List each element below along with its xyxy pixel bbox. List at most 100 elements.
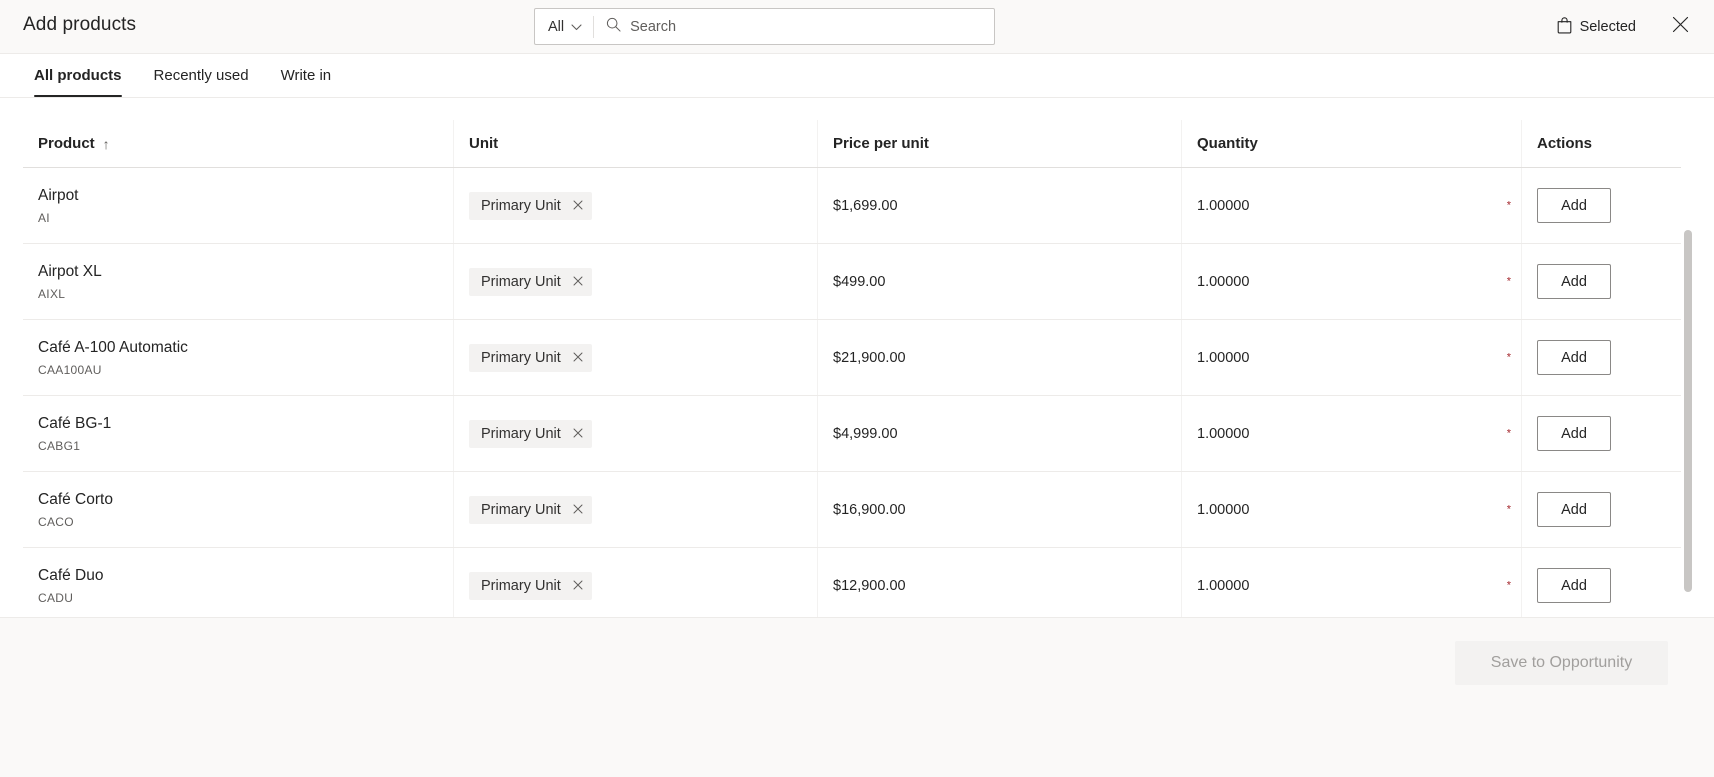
- selected-label: Selected: [1579, 19, 1636, 35]
- dialog-footer: Save to Opportunity: [0, 617, 1714, 777]
- column-header-actions[interactable]: Actions: [1521, 120, 1681, 167]
- product-name: Café Corto: [38, 490, 113, 508]
- close-icon[interactable]: [573, 503, 583, 516]
- product-code: AI: [38, 210, 50, 225]
- column-header-product[interactable]: Product ↑: [23, 120, 453, 167]
- price-value: $4,999.00: [833, 425, 898, 442]
- quantity-value: 1.00000: [1197, 273, 1250, 290]
- product-name: Café A-100 Automatic: [38, 338, 188, 356]
- close-button[interactable]: [1664, 11, 1696, 43]
- required-marker: *: [1506, 199, 1511, 211]
- product-name: Airpot XL: [38, 262, 102, 280]
- quantity-value: 1.00000: [1197, 577, 1250, 594]
- close-icon[interactable]: [573, 199, 583, 212]
- unit-chip[interactable]: Primary Unit: [469, 267, 592, 296]
- product-code: AIXL: [38, 286, 66, 301]
- add-button[interactable]: Add: [1537, 568, 1611, 603]
- unit-cell: Primary Unit: [453, 320, 817, 395]
- product-cell: Café BG-1 CABG1: [23, 396, 453, 471]
- price-cell: $4,999.00: [817, 396, 1181, 471]
- unit-cell: Primary Unit: [453, 472, 817, 547]
- unit-chip[interactable]: Primary Unit: [469, 419, 592, 448]
- column-header-label: Unit: [469, 135, 499, 152]
- tab-bar: All products Recently used Write in: [0, 54, 1714, 98]
- column-header-price-per-unit[interactable]: Price per unit: [817, 120, 1181, 167]
- price-cell: $12,900.00: [817, 548, 1181, 623]
- header-actions: Selected: [1551, 0, 1696, 54]
- price-value: $499.00: [833, 273, 886, 290]
- sort-ascending-icon: ↑: [102, 135, 110, 152]
- actions-cell: Add: [1521, 472, 1681, 547]
- actions-cell: Add: [1521, 168, 1681, 243]
- chevron-down-icon: [571, 19, 582, 35]
- quantity-value: 1.00000: [1197, 501, 1250, 518]
- search-field[interactable]: [594, 9, 994, 44]
- close-icon: [1672, 16, 1689, 38]
- quantity-cell[interactable]: 1.00000 *: [1181, 168, 1521, 243]
- close-icon[interactable]: [573, 427, 583, 440]
- product-cell: Café Duo CADU: [23, 548, 453, 623]
- price-cell: $16,900.00: [817, 472, 1181, 547]
- unit-chip[interactable]: Primary Unit: [469, 571, 592, 600]
- add-button[interactable]: Add: [1537, 188, 1611, 223]
- selected-button[interactable]: Selected: [1551, 11, 1642, 44]
- unit-chip-label: Primary Unit: [481, 197, 561, 214]
- search-bar[interactable]: All: [534, 8, 995, 45]
- required-marker: *: [1506, 503, 1511, 515]
- table-scrollbar[interactable]: [1682, 208, 1694, 678]
- product-code: CADU: [38, 590, 74, 605]
- column-header-unit[interactable]: Unit: [453, 120, 817, 167]
- tab-label: Recently used: [153, 67, 249, 84]
- product-name: Café Duo: [38, 566, 104, 584]
- close-icon[interactable]: [573, 579, 583, 592]
- product-code: CAA100AU: [38, 362, 102, 377]
- unit-chip-label: Primary Unit: [481, 425, 561, 442]
- add-button[interactable]: Add: [1537, 492, 1611, 527]
- table-row[interactable]: Café Corto CACO Primary Unit $16,900.00 …: [23, 472, 1681, 548]
- quantity-cell[interactable]: 1.00000 *: [1181, 548, 1521, 623]
- product-cell: Airpot AI: [23, 168, 453, 243]
- table-row[interactable]: Café BG-1 CABG1 Primary Unit $4,999.00 1…: [23, 396, 1681, 472]
- column-header-label: Price per unit: [833, 135, 929, 152]
- search-input[interactable]: [630, 9, 982, 44]
- unit-chip-label: Primary Unit: [481, 273, 561, 290]
- unit-chip-label: Primary Unit: [481, 349, 561, 366]
- actions-cell: Add: [1521, 320, 1681, 395]
- product-cell: Café Corto CACO: [23, 472, 453, 547]
- shopping-bag-icon: [1557, 16, 1572, 38]
- table-row[interactable]: Airpot AI Primary Unit $1,699.00 1.00000: [23, 168, 1681, 244]
- actions-cell: Add: [1521, 396, 1681, 471]
- tab-recently-used[interactable]: Recently used: [142, 54, 261, 97]
- quantity-cell[interactable]: 1.00000 *: [1181, 472, 1521, 547]
- products-table-container: Product ↑ Unit Price per unit Quantity A…: [0, 98, 1714, 678]
- price-value: $1,699.00: [833, 197, 898, 214]
- save-to-opportunity-button[interactable]: Save to Opportunity: [1455, 641, 1668, 685]
- quantity-value: 1.00000: [1197, 349, 1250, 366]
- quantity-cell[interactable]: 1.00000 *: [1181, 244, 1521, 319]
- add-button[interactable]: Add: [1537, 264, 1611, 299]
- quantity-cell[interactable]: 1.00000 *: [1181, 396, 1521, 471]
- quantity-cell[interactable]: 1.00000 *: [1181, 320, 1521, 395]
- required-marker: *: [1506, 351, 1511, 363]
- search-scope-dropdown[interactable]: All: [535, 9, 593, 44]
- unit-chip[interactable]: Primary Unit: [469, 191, 592, 220]
- column-header-quantity[interactable]: Quantity: [1181, 120, 1521, 167]
- table-row[interactable]: Café A-100 Automatic CAA100AU Primary Un…: [23, 320, 1681, 396]
- add-button[interactable]: Add: [1537, 416, 1611, 451]
- scrollbar-thumb[interactable]: [1684, 230, 1692, 592]
- unit-chip[interactable]: Primary Unit: [469, 343, 592, 372]
- tab-label: All products: [34, 67, 122, 84]
- close-icon[interactable]: [573, 275, 583, 288]
- tab-all-products[interactable]: All products: [22, 54, 134, 97]
- tab-label: Write in: [280, 67, 332, 84]
- column-header-label: Product: [38, 135, 95, 152]
- price-value: $21,900.00: [833, 349, 906, 366]
- add-button[interactable]: Add: [1537, 340, 1611, 375]
- actions-cell: Add: [1521, 548, 1681, 623]
- product-code: CABG1: [38, 438, 81, 453]
- table-row[interactable]: Airpot XL AIXL Primary Unit $499.00 1.00…: [23, 244, 1681, 320]
- unit-chip[interactable]: Primary Unit: [469, 495, 592, 524]
- tab-write-in[interactable]: Write in: [269, 54, 344, 97]
- close-icon[interactable]: [573, 351, 583, 364]
- table-row[interactable]: Café Duo CADU Primary Unit $12,900.00 1.…: [23, 548, 1681, 624]
